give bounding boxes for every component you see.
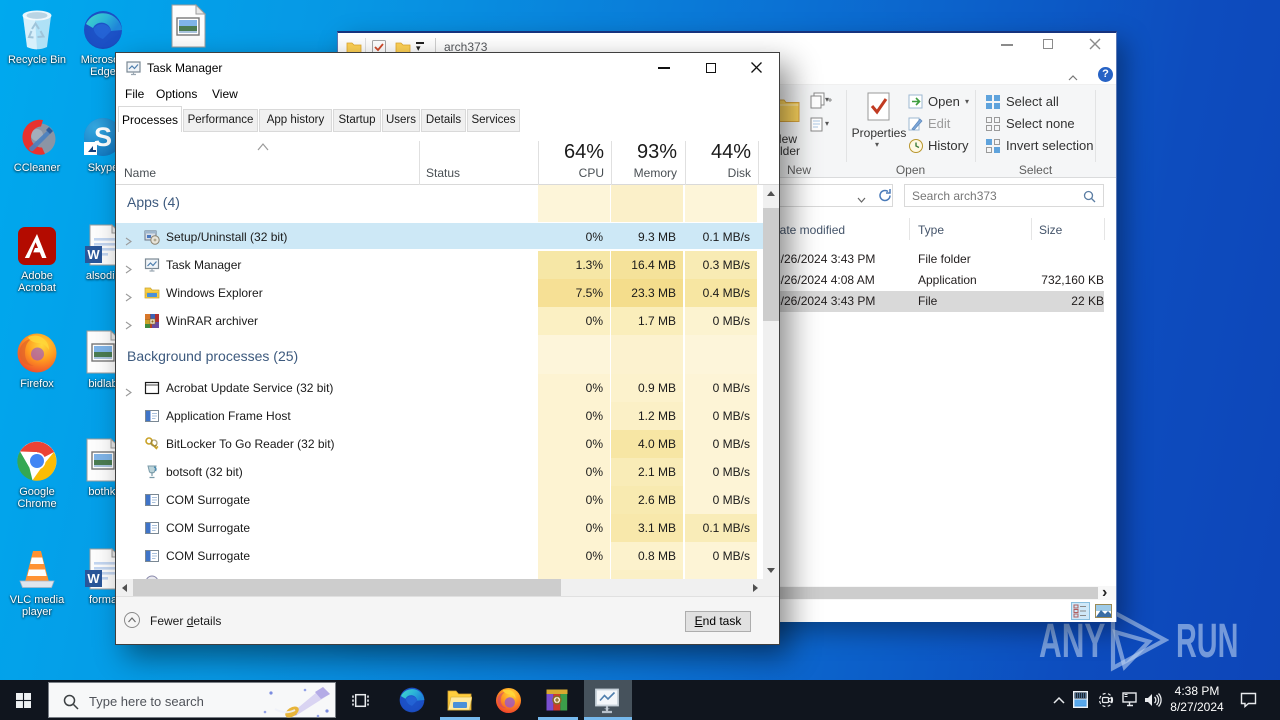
svg-text:W: W: [87, 571, 100, 586]
svg-text:W: W: [87, 247, 100, 262]
